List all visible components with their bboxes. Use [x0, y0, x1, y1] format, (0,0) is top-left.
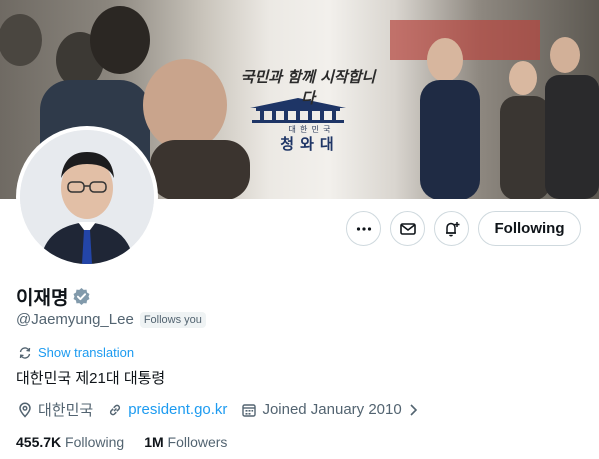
calendar-icon — [242, 403, 257, 417]
follows-you-badge: Follows you — [139, 311, 206, 328]
website-link[interactable]: president.go.kr — [128, 401, 227, 418]
following-count: 455.7K — [16, 434, 62, 450]
show-translation-label: Show translation — [38, 345, 135, 360]
followers-label: Followers — [167, 434, 228, 450]
location-text: 대한민국 — [38, 402, 94, 419]
more-horizontal-icon — [356, 226, 371, 231]
following-label: Following — [65, 434, 125, 450]
joined-text: Joined January 2010 — [262, 401, 402, 418]
following-count-link[interactable]: 455.7K Following — [16, 434, 124, 450]
joined-item[interactable]: Joined January 2010 — [241, 401, 418, 418]
banner-emblem-text: 청와대 — [280, 135, 340, 153]
profile-meta: 대한민국 president.go.kr Joined January 2010 — [17, 399, 419, 420]
verified-badge-icon[interactable] — [72, 287, 91, 306]
following-button[interactable]: Following — [478, 211, 581, 246]
location-item: 대한민국 — [17, 399, 93, 420]
bell-plus-icon — [445, 221, 459, 236]
show-translation-link[interactable]: Show translation — [18, 345, 134, 360]
avatar[interactable] — [16, 126, 158, 268]
banner-caption: 국민과 함께 시작합니다 — [240, 68, 376, 107]
user-handle: @Jaemyung_Lee — [16, 311, 134, 328]
message-button[interactable] — [390, 211, 425, 246]
followers-count-link[interactable]: 1M Followers — [144, 434, 227, 450]
translate-icon — [19, 346, 31, 359]
website-item[interactable]: president.go.kr — [107, 401, 227, 418]
avatar-photo — [20, 130, 154, 264]
handle-row: @Jaemyung_Lee Follows you — [16, 311, 206, 328]
display-name: 이재명 — [16, 288, 69, 309]
follow-stats: 455.7K Following 1M Followers — [16, 434, 247, 450]
chevron-right-icon — [410, 403, 417, 416]
more-options-button[interactable] — [346, 211, 381, 246]
envelope-icon — [399, 222, 416, 235]
notifications-button[interactable] — [434, 211, 469, 246]
profile-bio: 대한민국 제21대 대통령 — [16, 370, 166, 387]
profile-name: 이재명 — [16, 283, 91, 310]
link-icon — [110, 404, 121, 415]
followers-count: 1M — [144, 434, 164, 450]
location-pin-icon — [19, 402, 31, 418]
